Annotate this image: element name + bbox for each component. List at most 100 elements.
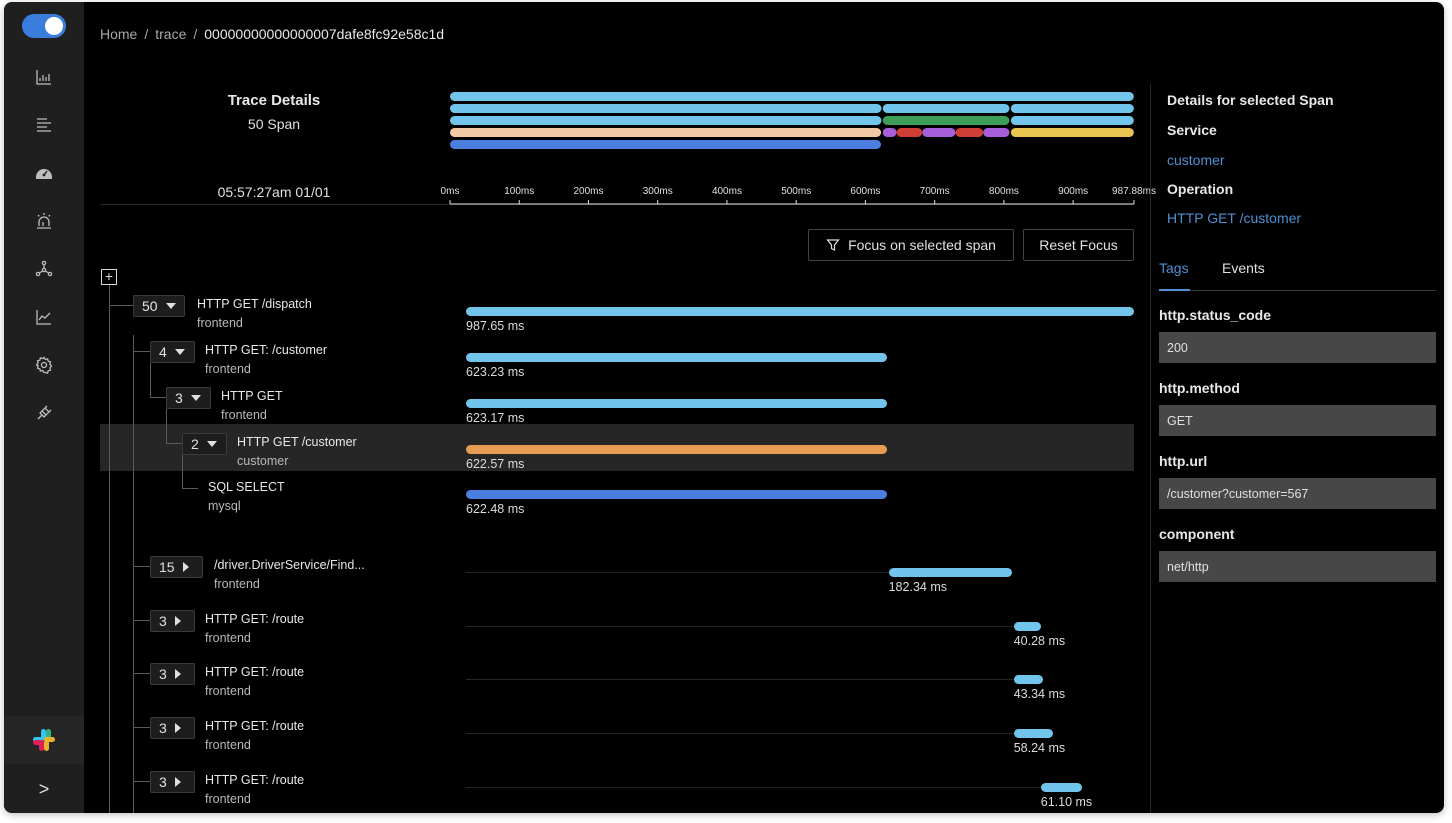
- overview-span-bar[interactable]: [922, 128, 956, 137]
- trace-overview-timeline[interactable]: 0ms 100ms 200ms 300ms 400ms 500ms 600ms 700ms 80…: [434, 86, 1164, 210]
- caret-right-icon: [174, 616, 181, 626]
- tag-value: GET: [1159, 405, 1436, 436]
- span-name[interactable]: HTTP GET /customer: [237, 435, 357, 449]
- span-duration-bar[interactable]: [466, 399, 888, 408]
- sidebar-item-metrics[interactable]: [28, 157, 60, 189]
- span-name[interactable]: SQL SELECT: [208, 480, 285, 494]
- theme-toggle[interactable]: [22, 14, 66, 38]
- caret-right-icon: [174, 669, 181, 679]
- child-count: 3: [159, 774, 167, 790]
- overview-span-bar[interactable]: [450, 92, 1134, 101]
- span-name[interactable]: /driver.DriverService/Find...: [214, 558, 365, 572]
- gauge-icon: [36, 169, 52, 179]
- sidebar-item-traces[interactable]: [28, 109, 60, 141]
- collapse-span-button[interactable]: 3: [166, 387, 211, 409]
- expand-span-button[interactable]: 3: [150, 771, 195, 793]
- overview-span-bar[interactable]: [896, 128, 923, 137]
- slack-button[interactable]: [4, 716, 84, 764]
- span-name[interactable]: HTTP GET /dispatch: [197, 297, 312, 311]
- service-label: Service: [1167, 122, 1217, 138]
- caret-down-icon: [174, 349, 185, 355]
- overview-span-bar[interactable]: [983, 128, 1010, 137]
- sidebar-item-integrations[interactable]: [28, 397, 60, 429]
- span-duration-label: 40.28 ms: [1013, 634, 1066, 648]
- service-value-link[interactable]: customer: [1167, 152, 1225, 168]
- tag-key: component: [1159, 526, 1235, 542]
- overview-axis-tick-label: 200ms: [573, 186, 603, 197]
- sidebar-item-settings[interactable]: [28, 349, 60, 381]
- collapse-sidebar-button[interactable]: >: [4, 766, 84, 813]
- span-name[interactable]: HTTP GET: /customer: [205, 343, 327, 357]
- expand-all-button[interactable]: +: [101, 269, 117, 285]
- overview-span-bar[interactable]: [450, 116, 882, 125]
- overview-span-bar[interactable]: [450, 104, 882, 113]
- sidebar-item-usage[interactable]: [28, 301, 60, 333]
- span-duration-bar[interactable]: [1013, 675, 1043, 684]
- alarm-icon: [37, 213, 51, 229]
- sidebar-item-dashboard[interactable]: [28, 61, 60, 93]
- breadcrumb-separator: /: [144, 26, 149, 42]
- overview-span-bar[interactable]: [882, 116, 1010, 125]
- span-duration-label: 623.17 ms: [466, 411, 525, 425]
- overview-span-bar[interactable]: [955, 128, 984, 137]
- span-duration-bar[interactable]: [1040, 783, 1083, 792]
- app-window: > Home / trace / 00000000000000007dafe8f…: [4, 2, 1444, 813]
- overview-span-bar[interactable]: [1010, 128, 1134, 137]
- span-service: frontend: [197, 316, 243, 330]
- span-duration-bar[interactable]: [888, 568, 1012, 577]
- breadcrumb-home[interactable]: Home: [100, 26, 137, 42]
- span-duration-bar[interactable]: [466, 490, 887, 499]
- overview-span-bar[interactable]: [450, 140, 881, 149]
- caret-right-icon: [174, 777, 181, 787]
- overview-span-bar[interactable]: [882, 104, 1010, 113]
- child-count: 50: [142, 298, 158, 314]
- tab-tags[interactable]: Tags: [1159, 260, 1189, 276]
- span-duration-bar[interactable]: [1013, 622, 1041, 631]
- span-duration-bar[interactable]: [466, 445, 887, 454]
- overview-axis-tick-label: 0ms: [441, 186, 460, 197]
- span-duration-bar[interactable]: [466, 307, 1134, 316]
- span-service: frontend: [221, 408, 267, 422]
- expand-span-button[interactable]: 3: [150, 610, 195, 632]
- reset-focus-button[interactable]: Reset Focus: [1023, 229, 1134, 261]
- span-name[interactable]: HTTP GET: /route: [205, 773, 304, 787]
- child-count: 3: [159, 613, 167, 629]
- overview-span-bar[interactable]: [1010, 104, 1134, 113]
- tab-events[interactable]: Events: [1222, 260, 1265, 276]
- child-count: 4: [159, 344, 167, 360]
- breadcrumb-trace[interactable]: trace: [155, 26, 186, 42]
- overview-span-bar[interactable]: [450, 128, 882, 137]
- span-name[interactable]: HTTP GET: /route: [205, 612, 304, 626]
- span-duration-bar[interactable]: [466, 353, 888, 362]
- gear-icon: [35, 356, 53, 374]
- tree-line: [133, 620, 150, 621]
- collapse-span-button[interactable]: 2: [182, 433, 227, 455]
- span-name[interactable]: HTTP GET: [221, 389, 283, 403]
- span-duration-label: 182.34 ms: [888, 580, 947, 594]
- caret-right-icon: [182, 562, 189, 572]
- span-service: mysql: [208, 499, 241, 513]
- child-count: 3: [175, 390, 183, 406]
- span-name[interactable]: HTTP GET: /route: [205, 719, 304, 733]
- collapse-span-button[interactable]: 50: [133, 295, 185, 317]
- child-count: 2: [191, 436, 199, 452]
- overview-axis-tick-label: 400ms: [712, 186, 742, 197]
- sidebar-item-service-map[interactable]: [28, 253, 60, 285]
- span-name[interactable]: HTTP GET: /route: [205, 665, 304, 679]
- filter-icon: [826, 239, 840, 251]
- span-service: frontend: [205, 362, 251, 376]
- focus-selected-span-button[interactable]: Focus on selected span: [808, 229, 1014, 261]
- span-duration-bar[interactable]: [1013, 729, 1054, 738]
- operation-value-link[interactable]: HTTP GET /customer: [1167, 210, 1301, 226]
- expand-span-button[interactable]: 3: [150, 717, 195, 739]
- active-tab-indicator: [1159, 289, 1190, 291]
- expand-span-button[interactable]: 15: [150, 556, 203, 578]
- expand-span-button[interactable]: 3: [150, 663, 195, 685]
- sidebar-item-alerts[interactable]: [28, 205, 60, 237]
- span-bar-track: [466, 572, 889, 573]
- overview-span-bar[interactable]: [1010, 116, 1134, 125]
- overview-span-bar[interactable]: [882, 128, 897, 137]
- tree-line: [133, 335, 134, 813]
- tree-line: [182, 455, 183, 489]
- collapse-span-button[interactable]: 4: [150, 341, 195, 363]
